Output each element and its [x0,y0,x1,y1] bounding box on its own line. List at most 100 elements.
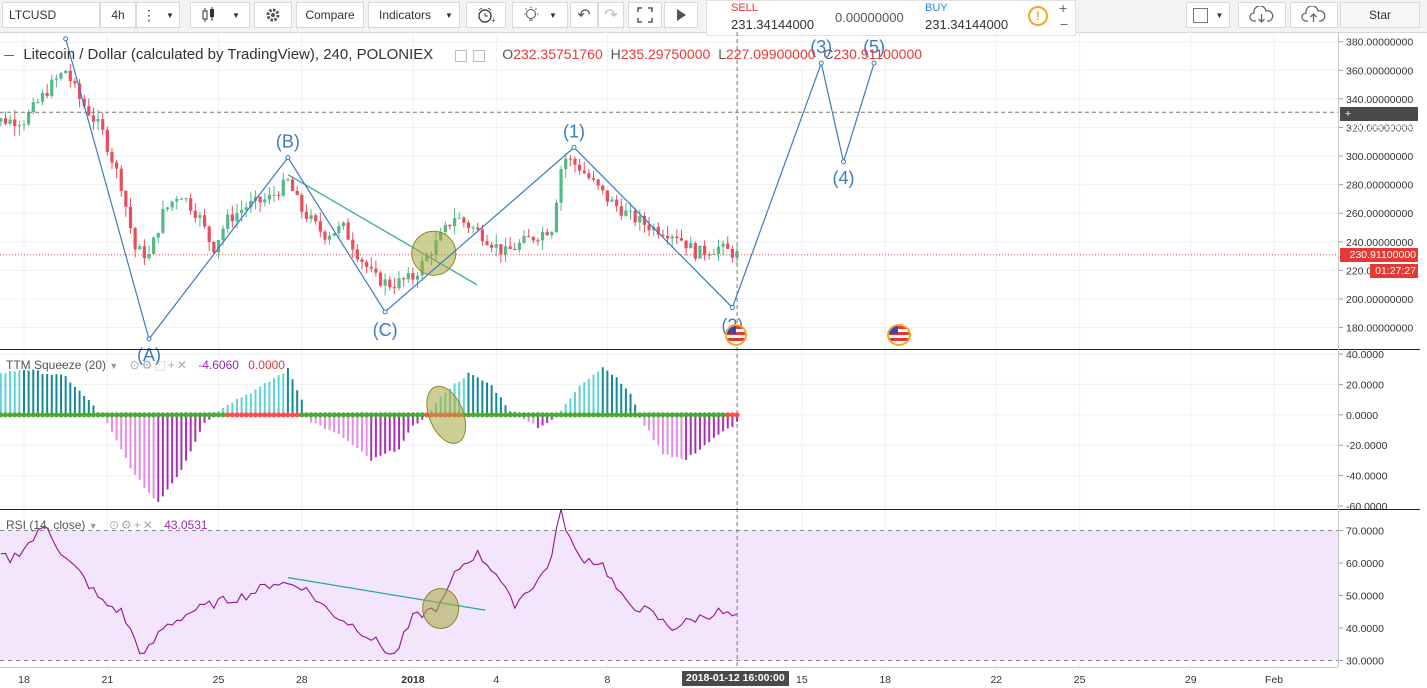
interval-menu-button[interactable]: ⋮ ▼ [136,2,180,28]
candle-body [138,246,142,250]
compare-button[interactable]: Compare [296,2,364,28]
candle-body [240,210,244,213]
replay-button[interactable] [664,2,698,28]
rsi-buttons[interactable]: ⊙⚙+✕ [109,518,155,532]
alert-button[interactable]: + [466,2,506,28]
price-tick-label: 40.0000 [1346,349,1384,361]
candle-body [730,248,734,258]
candle-body [341,222,346,227]
squeeze-dot [549,412,555,418]
theme-button[interactable]: ▼ [512,2,568,28]
sell-button[interactable]: SELL 231.34144000 [721,1,831,35]
candle-body [105,129,109,152]
squeeze-dot [697,412,703,418]
squeeze-dot [465,412,472,418]
fullscreen-icon [637,7,653,23]
collapse-icon[interactable] [4,55,14,57]
undo-button[interactable]: ↶ [570,2,598,28]
cloud-download-icon [1249,6,1274,23]
squeeze-dot [688,412,694,418]
candle-body [485,241,489,245]
squeeze-dot [81,412,87,418]
squeeze-dot [590,412,597,418]
squeeze-dot [280,412,286,418]
candle-body [96,119,100,122]
legend-settings-icon[interactable] [472,49,485,62]
squeeze-dot [530,412,536,418]
pane-divider[interactable] [0,349,1420,350]
candle-body [50,79,54,96]
candle-body [587,173,591,179]
pane-divider[interactable] [0,509,1420,510]
candle-body [540,231,545,241]
plus-icon[interactable]: + [1059,0,1067,16]
price-tick-label: 180.00000000 [1346,323,1413,335]
interval-button[interactable]: 4h [100,2,136,28]
candle-body [582,170,586,174]
squeeze-dot [359,412,365,418]
squeeze-dot [206,412,212,418]
buy-button[interactable]: BUY 231.34144000 [919,1,1029,35]
candle-body [517,242,522,250]
save-layout-button[interactable] [1290,2,1338,28]
us-flag-event-icon[interactable] [725,324,747,346]
chart-style-button[interactable]: ▼ [190,2,250,28]
squeeze-dot [410,412,416,418]
candle-body [675,236,679,239]
info-icon[interactable]: ! [1028,6,1048,26]
low-label: L [718,46,726,62]
candle-body [554,202,559,233]
candle-body [499,244,503,255]
wave-label: (1) [563,121,585,141]
candle-body [716,246,721,254]
candle-body [142,246,146,259]
candle-body [91,115,96,122]
time-tick-label: 28 [296,674,308,686]
squeeze-dot [211,412,217,418]
squeeze-dot [63,412,69,418]
squeeze-dot [21,412,27,418]
candle-body [462,217,466,223]
candle-body [647,224,651,231]
legend-eye-icon[interactable] [454,49,467,62]
load-layout-button[interactable] [1238,2,1286,28]
redo-button[interactable]: ↷ [598,2,624,28]
squeeze-dot [581,412,587,418]
indicators-label: Indicators [379,8,432,22]
candle-body [374,268,378,273]
squeeze-dot [387,412,393,418]
squeeze-dot [674,412,680,418]
symbol-input[interactable]: LTCUSD [2,2,100,28]
settings-button[interactable] [254,2,292,28]
squeeze-dot [692,412,698,418]
time-tick-label: 18 [879,674,891,686]
fullscreen-button[interactable] [628,2,662,28]
squeeze-dot [516,412,523,418]
squeeze-dot [544,412,550,418]
main-legend: Litecoin / Dollar (calculated by Trading… [4,46,922,63]
candle-body [494,244,498,248]
ttm-buttons[interactable]: ⊙⚙⬚+✕ [130,358,189,372]
indicators-button[interactable]: Indicators ▼ [368,2,460,28]
us-flag-event-icon[interactable] [887,324,911,346]
candles-icon [202,7,215,22]
candle-body [337,226,341,234]
squeeze-dot [252,412,259,418]
candle-body [318,221,322,232]
time-tick-label: 25 [213,674,225,686]
candle-body [503,246,508,255]
minus-icon[interactable]: − [1060,16,1068,32]
candle-body [388,279,392,288]
squeeze-dot [572,412,578,418]
candle-body [698,245,702,259]
close-value: 230.91100000 [833,46,923,62]
star-button[interactable]: Star [1340,2,1420,28]
squeeze-dot [368,412,374,418]
layout-button[interactable]: ▼ [1186,2,1230,28]
squeeze-dot [7,412,13,418]
squeeze-dot [678,412,685,418]
candle-body [721,243,725,247]
time-tick-label: 4 [493,674,499,686]
candle-body [490,244,494,248]
time-scale-border [0,667,1338,668]
